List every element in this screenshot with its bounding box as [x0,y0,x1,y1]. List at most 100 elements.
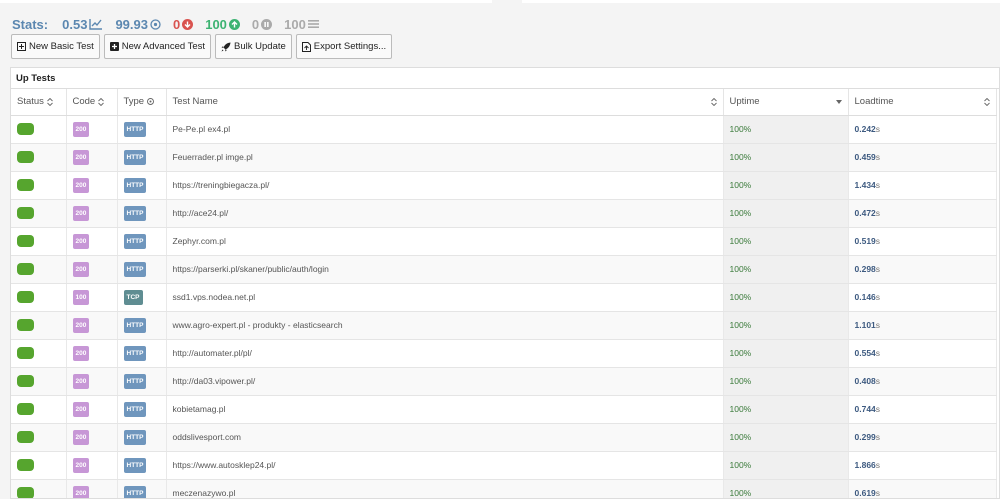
test-name-cell[interactable]: https://treningbiegacza.pl/ [166,171,724,200]
status-up-indicator[interactable] [17,151,34,163]
status-up-indicator[interactable] [17,263,34,275]
code-cell: 200 [66,479,118,498]
test-name-cell[interactable]: kobietamag.pl [166,395,724,424]
test-name-cell[interactable]: ssd1.vps.nodea.net.pl [166,283,724,312]
uptime-value: 100% [729,236,752,246]
test-name-link[interactable]: ssd1.vps.nodea.net.pl [173,292,256,302]
stat-uptime-trend[interactable]: 0.53 [62,17,103,32]
test-name-cell[interactable]: https://parserki.pl/skaner/public/auth/l… [166,255,724,284]
export-settings-button[interactable]: Export Settings... [295,34,393,59]
test-name-cell[interactable]: www.agro-expert.pl - produkty - elastics… [166,311,724,340]
table-row[interactable]: 200 HTTP kobietamag.pl 100% 0.744s [11,395,997,424]
type-badge: HTTP [123,205,147,221]
test-name-link[interactable]: http://da03.vipower.pl/ [173,376,256,386]
stat-up[interactable]: 100 [205,17,240,32]
bulk-update-button[interactable]: Bulk Update [215,34,292,59]
status-up-indicator[interactable] [17,431,34,443]
test-name-link[interactable]: http://ace24.pl/ [173,208,229,218]
status-up-indicator[interactable] [17,235,34,247]
test-name-cell[interactable]: http://automater.pl/pl/ [166,339,724,368]
code-badge: 200 [72,121,90,137]
loadtime-value: 0.554 [854,348,876,358]
status-up-indicator[interactable] [17,207,34,219]
code-cell: 200 [66,367,118,396]
table-row[interactable]: 200 HTTP https://parserki.pl/skaner/public… [11,255,997,284]
column-header-status[interactable]: Status [11,89,67,116]
column-header-code[interactable]: Code [66,89,118,116]
test-name-cell[interactable]: https://www.autosklep24.pl/ [166,451,724,480]
table-row[interactable]: 200 HTTP www.agro-expert.pl - produkty - e… [11,311,997,340]
table-row[interactable]: 200 HTTP meczenazywo.pl 100% 0.619s [11,479,997,498]
rocket-icon [221,42,231,51]
stat-down[interactable]: 0 [173,17,194,32]
test-name-link[interactable]: https://parserki.pl/skaner/public/auth/l… [173,264,329,274]
status-cell [11,479,67,498]
uptime-value: 100% [729,208,752,218]
column-header-type[interactable]: Type [117,89,167,116]
new-basic-test-button[interactable]: New Basic Test [11,34,100,59]
table-row[interactable]: 200 HTTP Feuerrader.pl imge.pl 100% 0.459s [11,143,997,172]
uptime-value: 100% [729,292,752,302]
test-name-cell[interactable]: oddslivesport.com [166,423,724,452]
status-up-indicator[interactable] [17,347,34,359]
test-name-link[interactable]: kobietamag.pl [173,404,226,414]
table-row[interactable]: 200 HTTP http://ace24.pl/100% 0.472s [11,199,997,228]
code-cell: 200 [66,199,118,228]
column-header-loadtime[interactable]: Loadtime [848,89,997,116]
pause-circle-icon [261,18,273,30]
table-row[interactable]: 200 HTTP Pe-Pe.pl ex4.pl 100% 0.242s [11,115,997,144]
test-name-cell[interactable]: http://ace24.pl/ [166,199,724,228]
test-name-cell[interactable]: Pe-Pe.pl ex4.pl [166,115,724,144]
type-cell: HTTP [117,339,167,368]
new-advanced-test-button[interactable]: New Advanced Test [103,34,212,59]
status-up-indicator[interactable] [17,319,34,331]
test-name-cell[interactable]: meczenazywo.pl [166,479,724,498]
table-row[interactable]: 200 HTTP http://da03.vipower.pl/100% 0.408s [11,367,997,396]
loadtime-unit: s [875,152,881,162]
test-name-link[interactable]: meczenazywo.pl [173,488,236,498]
status-up-indicator[interactable] [17,403,34,415]
column-header-uptime[interactable]: Uptime [723,89,849,116]
toolbar: New Basic Test New Advanced Test Bulk Up… [11,34,396,59]
stat-total[interactable]: 100 [284,17,319,32]
table-row[interactable]: 200 HTTP https://www.autosklep24.pl/100% 1.… [11,451,997,480]
type-badge: HTTP [123,485,147,498]
status-up-indicator[interactable] [17,487,34,498]
stat-paused[interactable]: 0 [252,17,273,32]
status-up-indicator[interactable] [17,179,34,191]
table-row[interactable]: 200 HTTP Zephyr.com.pl 100% 0.519s [11,227,997,256]
type-badge: HTTP [123,261,147,277]
test-name-cell[interactable]: Zephyr.com.pl [166,227,724,256]
panel-title: Up Tests [11,68,999,89]
stats-bar: Stats: 0.53 99.93 0 100 0 100 [12,16,331,32]
test-name-link[interactable]: http://automater.pl/pl/ [173,348,252,358]
code-badge: 200 [72,401,90,417]
test-name-link[interactable]: Zephyr.com.pl [173,236,226,246]
code-badge: 200 [72,233,90,249]
test-name-link[interactable]: oddslivesport.com [173,432,242,442]
test-name-cell[interactable]: Feuerrader.pl imge.pl [166,143,724,172]
test-name-link[interactable]: Feuerrader.pl imge.pl [173,152,253,162]
table-row[interactable]: 200 HTTP oddslivesport.com 100% 0.299s [11,423,997,452]
table-row[interactable]: 200 HTTP https://treningbiegacza.pl/100% 1.… [11,171,997,200]
status-cell [11,143,67,172]
table-row[interactable]: 200 HTTP http://automater.pl/pl/100% 0.554s [11,339,997,368]
loadtime-unit: s [875,236,881,246]
table-row[interactable]: 100 TCP ssd1.vps.nodea.net.pl 100% 0.146s [11,283,997,312]
column-header-name[interactable]: Test Name [166,89,724,116]
test-name-cell[interactable]: http://da03.vipower.pl/ [166,367,724,396]
status-up-indicator[interactable] [17,375,34,387]
new-advanced-test-label: New Advanced Test [121,41,206,52]
stat-uptime-avg[interactable]: 99.93 [115,17,161,32]
status-up-indicator[interactable] [17,123,34,135]
code-cell: 100 [66,283,118,312]
uptime-cell: 100% [723,227,849,256]
test-name-link[interactable]: www.agro-expert.pl - produkty - elastics… [173,320,343,330]
test-name-link[interactable]: https://www.autosklep24.pl/ [173,460,276,470]
test-name-link[interactable]: Pe-Pe.pl ex4.pl [173,124,231,134]
test-name-link[interactable]: https://treningbiegacza.pl/ [173,180,270,190]
status-up-indicator[interactable] [17,459,34,471]
code-cell: 200 [66,227,118,256]
loadtime-cell: 1.101s [848,311,997,340]
status-up-indicator[interactable] [17,291,34,303]
